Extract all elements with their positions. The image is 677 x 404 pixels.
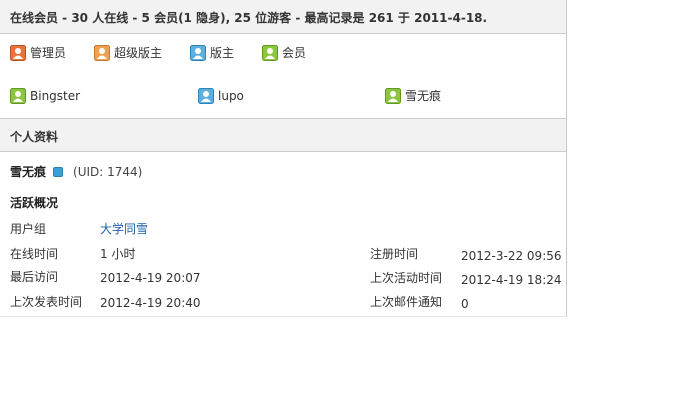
moderator-avatar-icon: [190, 44, 206, 61]
online-members-header: 在线会员 - 30 人在线 - 5 会员(1 隐身), 25 位游客 - 最高记…: [0, 0, 566, 34]
online-time-label: 在线时间: [10, 247, 59, 261]
forum-panel: 在线会员 - 30 人在线 - 5 会员(1 隐身), 25 位游客 - 最高记…: [0, 0, 567, 317]
profile-section-header: 个人资料: [0, 118, 566, 152]
admin-avatar-icon: [10, 44, 26, 61]
legend-item-member: 会员: [262, 44, 306, 62]
member-avatar-icon: [10, 87, 26, 104]
online-time-value: 1 小时: [100, 247, 136, 261]
member-avatar-icon: [385, 87, 401, 104]
last-visit-label: 最后访问: [10, 270, 59, 284]
online-user-xuewuhen[interactable]: 雪无痕: [385, 87, 441, 105]
moderator-avatar-icon: [198, 87, 214, 104]
register-time-label: 注册时间: [370, 247, 419, 261]
group-link[interactable]: 大学同雪: [100, 220, 148, 238]
online-status-icon: [53, 166, 64, 177]
register-time-value: 2012-3-22 09:56: [461, 249, 562, 263]
last-activity-label: 上次活动时间: [370, 271, 443, 285]
online-user-lupo[interactable]: lupo: [198, 87, 244, 105]
legend-label-super-moderator: 超级版主: [114, 46, 163, 60]
last-post-value: 2012-4-19 20:40: [100, 296, 201, 310]
legend-label-admin: 管理员: [30, 46, 67, 60]
legend-item-super-moderator: 超级版主: [94, 44, 162, 62]
super-moderator-avatar-icon: [94, 44, 110, 61]
profile-name-line: 雪无痕 (UID: 1744): [10, 163, 142, 181]
activity-overview-title: 活跃概况: [10, 196, 59, 210]
legend-label-moderator: 版主: [210, 46, 235, 60]
online-user-bingster[interactable]: Bingster: [10, 87, 80, 105]
legend-item-moderator: 版主: [190, 44, 234, 62]
online-user-name: lupo: [218, 89, 244, 103]
last-post-label: 上次发表时间: [10, 295, 83, 309]
group-label: 用户组: [10, 222, 47, 236]
profile-username: 雪无痕: [10, 165, 47, 179]
online-user-name: 雪无痕: [405, 89, 442, 103]
last-email-value: 0: [461, 297, 469, 311]
legend-item-admin: 管理员: [10, 44, 66, 62]
legend-label-member: 会员: [282, 46, 307, 60]
member-avatar-icon: [262, 44, 278, 61]
last-visit-value: 2012-4-19 20:07: [100, 271, 201, 285]
last-activity-value: 2012-4-19 18:24: [461, 273, 562, 287]
online-user-name: Bingster: [30, 89, 81, 103]
last-email-label: 上次邮件通知: [370, 295, 443, 309]
profile-uid: (UID: 1744): [73, 165, 143, 179]
